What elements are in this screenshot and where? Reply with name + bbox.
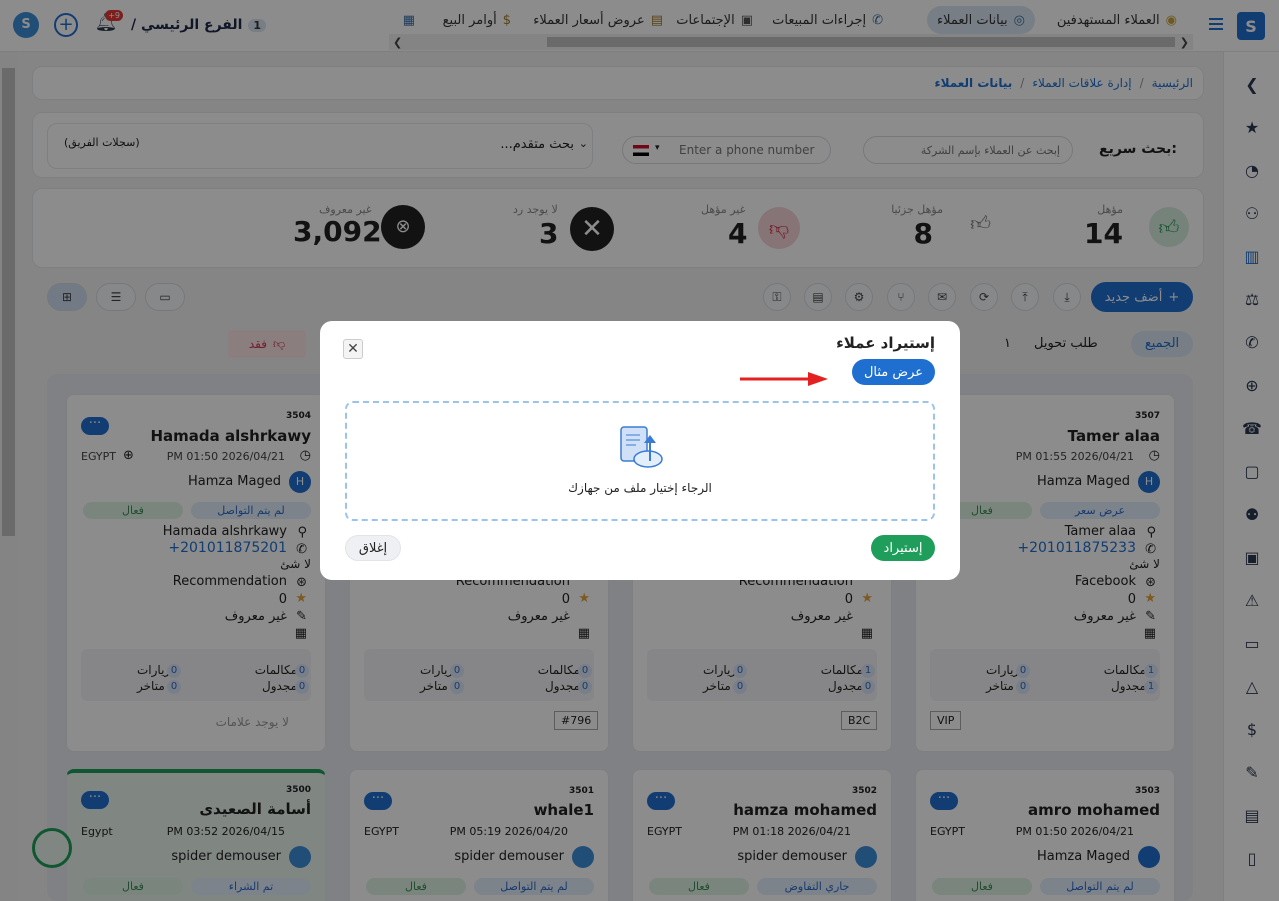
close-button[interactable]: إغلاق bbox=[345, 535, 401, 561]
import-button[interactable]: إستيراد bbox=[871, 535, 935, 561]
import-customers-modal: إستيراد عملاء ✕ عرض مثال الرجاء إختيار م… bbox=[320, 321, 960, 580]
upload-file-icon bbox=[618, 423, 664, 469]
red-arrow-annotation bbox=[740, 372, 828, 386]
close-icon[interactable]: ✕ bbox=[343, 339, 363, 359]
file-drop-zone[interactable]: الرجاء إختيار ملف من جهازك bbox=[345, 401, 935, 521]
modal-title: إستيراد عملاء bbox=[836, 334, 935, 352]
show-example-button[interactable]: عرض مثال bbox=[852, 359, 935, 385]
